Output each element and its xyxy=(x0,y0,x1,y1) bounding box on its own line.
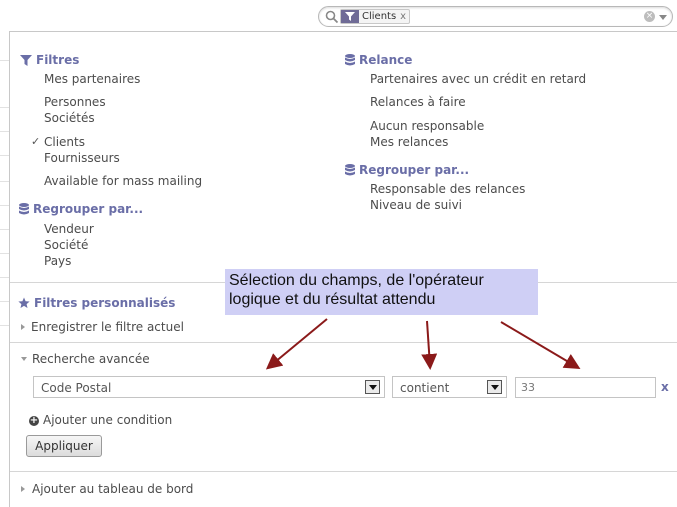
save-current-filter-link[interactable]: Enregistrer le filtre actuel xyxy=(31,320,184,334)
add-condition-link[interactable]: Ajouter une condition xyxy=(43,413,172,427)
clear-search-icon[interactable]: × xyxy=(644,11,655,22)
section-divider xyxy=(10,471,677,472)
groupby-item-vendeur[interactable]: Vendeur xyxy=(44,222,94,236)
facet-remove-button[interactable]: x xyxy=(400,11,406,22)
advanced-search-toggle[interactable]: Recherche avancée xyxy=(32,352,150,366)
filters-header-label: Filtres xyxy=(36,53,80,67)
collapse-arrow-icon xyxy=(21,357,27,361)
background-row-line xyxy=(0,131,9,132)
groupby-item-responsable-relances[interactable]: Responsable des relances xyxy=(370,182,525,196)
filters-header: Filtres xyxy=(20,53,79,67)
groupby-left-header: Regrouper par... xyxy=(19,202,143,216)
facet-value: Clients xyxy=(362,11,397,22)
database-icon xyxy=(345,54,355,66)
filter-item-clients[interactable]: Clients xyxy=(44,135,85,149)
expand-arrow-icon xyxy=(21,324,25,330)
groupby-item-societe[interactable]: Société xyxy=(44,238,88,252)
annotation-line-1: Sélection du champs, de l'opérateur xyxy=(229,272,484,289)
background-row-line xyxy=(0,229,9,230)
field-select-value: Code Postal xyxy=(41,381,112,395)
custom-filters-header: Filtres personnalisés xyxy=(18,296,175,310)
relance-item-mes-relances[interactable]: Mes relances xyxy=(370,135,448,149)
background-row-line xyxy=(0,301,9,302)
search-icon xyxy=(325,10,339,24)
search-facet[interactable]: Clients x xyxy=(340,9,411,24)
relance-item-aucun-responsable[interactable]: Aucun responsable xyxy=(370,119,484,133)
database-icon xyxy=(19,203,29,215)
operator-select-value: contient xyxy=(400,381,450,395)
groupby-right-header-label: Regrouper par... xyxy=(359,163,470,177)
relance-item-credit-retard[interactable]: Partenaires avec un crédit en retard xyxy=(370,72,586,86)
chevron-down-icon[interactable] xyxy=(487,380,502,394)
checkmark-icon: ✓ xyxy=(31,135,41,148)
custom-filters-header-label: Filtres personnalisés xyxy=(34,296,176,310)
search-bar[interactable]: Clients x × xyxy=(318,6,673,27)
database-icon xyxy=(345,164,355,176)
star-icon xyxy=(18,297,30,309)
background-row-line xyxy=(0,60,9,61)
groupby-left-header-label: Regrouper par... xyxy=(33,202,144,216)
expand-arrow-icon xyxy=(21,486,25,492)
operator-select[interactable]: contient xyxy=(392,376,507,398)
toggle-dropdown-icon[interactable] xyxy=(659,15,667,20)
background-row-line xyxy=(0,253,9,254)
background-row-line xyxy=(0,155,9,156)
apply-button[interactable]: Appliquer xyxy=(26,435,102,457)
groupby-right-header: Regrouper par... xyxy=(345,163,469,177)
background-row-line xyxy=(0,277,9,278)
filter-item-fournisseurs[interactable]: Fournisseurs xyxy=(44,151,120,165)
groupby-item-niveau-suivi[interactable]: Niveau de suivi xyxy=(370,198,462,212)
delete-condition-button[interactable]: x xyxy=(661,380,669,394)
relance-item-a-faire[interactable]: Relances à faire xyxy=(370,95,466,109)
filter-item-mes-partenaires[interactable]: Mes partenaires xyxy=(44,72,140,86)
background-row-line xyxy=(0,325,9,326)
annotation-callout: Sélection du champs, de l'opérateur logi… xyxy=(225,269,538,315)
filter-icon xyxy=(20,54,32,66)
background-row-line xyxy=(0,107,9,108)
filter-item-mass-mailing[interactable]: Available for mass mailing xyxy=(44,174,202,188)
relance-header-label: Relance xyxy=(359,53,413,67)
plus-icon: + xyxy=(29,415,39,426)
filter-icon xyxy=(341,10,359,23)
filter-item-personnes[interactable]: Personnes xyxy=(44,95,106,109)
background-row-line xyxy=(0,205,9,206)
filter-item-societes[interactable]: Sociétés xyxy=(44,111,95,125)
groupby-item-pays[interactable]: Pays xyxy=(44,254,71,268)
add-to-dashboard-link[interactable]: Ajouter au tableau de bord xyxy=(32,482,193,496)
relance-header: Relance xyxy=(345,53,412,67)
value-input[interactable]: 33 xyxy=(515,377,656,398)
annotation-line-2: logique et du résultat attendu xyxy=(229,291,436,308)
section-divider xyxy=(10,342,677,343)
chevron-down-icon[interactable] xyxy=(365,380,380,394)
background-row-line xyxy=(0,181,9,182)
field-select[interactable]: Code Postal xyxy=(33,376,385,398)
